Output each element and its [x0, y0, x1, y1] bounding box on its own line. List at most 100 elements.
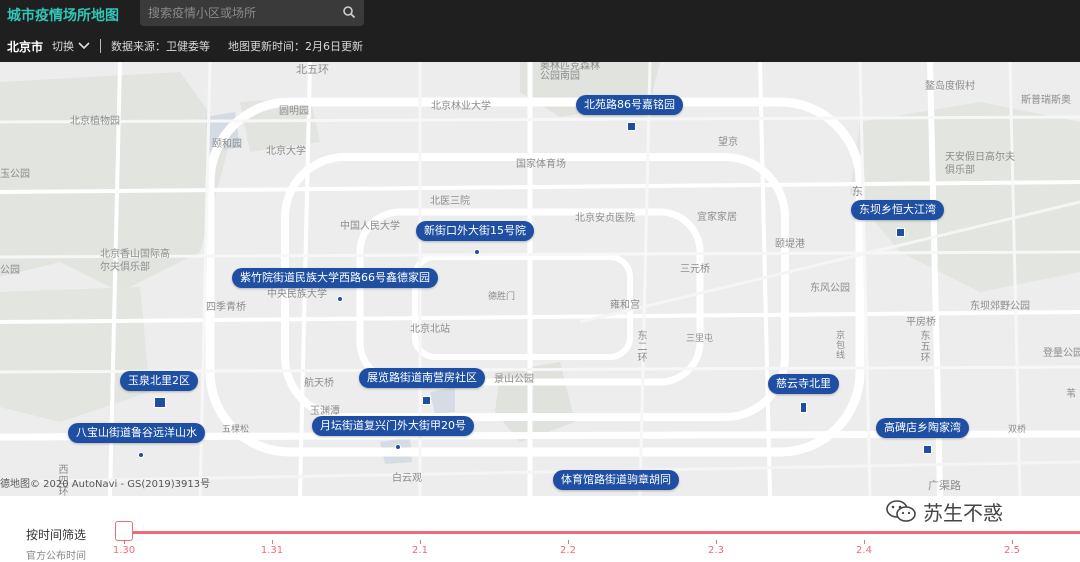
timeline-tick: [272, 540, 273, 544]
app-title: 城市疫情场所地图: [7, 8, 119, 24]
map-view[interactable]: 北五环 奥林匹克森林公园南园 北京植物园 圆明园 北京林业大学 颐和园 北京大学…: [0, 62, 1080, 496]
outbreak-location-pin[interactable]: 新街口外大街15号院: [416, 221, 534, 241]
chevron-down-icon: [78, 42, 90, 50]
outbreak-location-pin[interactable]: 体育馆路街道驹章胡同: [553, 470, 679, 490]
outbreak-location-pin[interactable]: 高碑店乡陶家湾: [876, 418, 969, 438]
divider: [100, 39, 102, 53]
place-label: 苇: [1066, 389, 1076, 400]
place-label: 北京安贞医院: [575, 213, 635, 224]
timeline-tick-label[interactable]: 1.30: [113, 545, 135, 556]
data-source: 数据来源：卫健委等: [111, 40, 211, 53]
place-label: 北医三院: [430, 196, 470, 207]
location-marker[interactable]: [138, 452, 144, 458]
wechat-icon: [886, 500, 916, 522]
outbreak-location-pin[interactable]: 北苑路86号嘉铭园: [576, 95, 683, 115]
place-label: 中国人民大学: [340, 221, 400, 232]
place-label: 公园: [0, 265, 20, 276]
place-label: 东: [852, 185, 863, 198]
outbreak-location-pin[interactable]: 展览路街道南营房社区: [359, 368, 485, 388]
location-marker[interactable]: [800, 402, 807, 413]
location-marker[interactable]: [627, 122, 636, 131]
place-label: 宜家家居: [697, 212, 737, 223]
place-label: 航天桥: [304, 378, 334, 389]
place-label: 景山公园: [494, 374, 534, 385]
place-label: 北京大学: [266, 146, 306, 157]
outbreak-location-pin[interactable]: 紫竹院街道民族大学西路66号鑫德家园: [232, 268, 438, 288]
place-label: 圆明园: [279, 106, 309, 117]
timeline-tick-label[interactable]: 2.5: [1004, 545, 1020, 556]
timeline-tick-label[interactable]: 2.3: [708, 545, 724, 556]
timeline-track[interactable]: [120, 531, 1080, 534]
place-label: 颐和园: [212, 139, 242, 150]
place-label: 天安假日高尔夫俱乐部: [945, 152, 1015, 176]
place-label: 玉公园: [0, 169, 30, 180]
place-label: 平房桥: [906, 317, 936, 328]
top-bar: 城市疫情场所地图 北京市 切换 数据来源：卫健委等 地图更新时间：2月6日更新: [0, 0, 1080, 62]
place-label: 东风公园: [810, 283, 850, 294]
city-name: 北京市: [7, 39, 44, 54]
sub-bar: 北京市 切换 数据来源：卫健委等 地图更新时间：2月6日更新: [0, 36, 363, 56]
time-filter-sublabel: 官方公布时间: [26, 551, 86, 562]
location-marker[interactable]: [923, 445, 932, 454]
place-label: 北京北站: [410, 324, 450, 335]
place-label: 双桥: [1008, 425, 1027, 435]
update-time: 地图更新时间：2月6日更新: [228, 40, 364, 53]
outbreak-location-pin[interactable]: 玉泉北里2区: [120, 371, 198, 391]
place-label: 东坝郊野公园: [970, 301, 1030, 312]
location-marker[interactable]: [154, 397, 166, 408]
outbreak-location-pin[interactable]: 月坛街道复兴门外大街甲20号: [312, 416, 474, 436]
timeline-slider-handle[interactable]: [115, 521, 133, 541]
timeline-tick: [124, 540, 125, 544]
place-label: 三元桥: [680, 264, 710, 275]
place-label: 德胜门: [488, 292, 516, 302]
place-label: 斯普瑞斯奥: [1021, 95, 1071, 106]
place-label: 北京林业大学: [431, 101, 491, 112]
outbreak-location-pin[interactable]: 东坝乡恒大江湾: [851, 200, 944, 220]
timeline-tick: [568, 540, 569, 544]
place-label: 登量公园: [1043, 348, 1080, 359]
location-marker[interactable]: [896, 228, 905, 237]
timeline-tick-label[interactable]: 2.2: [560, 545, 576, 556]
place-label: 东二环: [635, 330, 646, 363]
place-label: 中央民族大学: [267, 289, 327, 300]
place-label: 四季青桥: [206, 302, 246, 313]
timeline-tick-label[interactable]: 2.4: [856, 545, 872, 556]
timeline-tick-label[interactable]: 2.1: [412, 545, 428, 556]
location-marker[interactable]: [395, 444, 401, 450]
watermark: 苏生不惑: [885, 496, 1003, 526]
outbreak-location-pin[interactable]: 八宝山街道鲁谷远洋山水: [68, 423, 205, 443]
place-label: 颐堤港: [775, 239, 805, 250]
search-input[interactable]: [148, 4, 338, 22]
search-box[interactable]: [140, 0, 364, 26]
city-switch-label: 切换: [52, 40, 75, 53]
place-label: 北五环: [296, 63, 329, 76]
timeline-tick: [1012, 540, 1013, 544]
outbreak-location-pin[interactable]: 慈云寺北里: [768, 374, 839, 394]
place-label: 奥林匹克森林公园南园: [540, 62, 600, 82]
timeline-tick: [864, 540, 865, 544]
place-label: 广渠路: [928, 479, 961, 492]
watermark-text: 苏生不惑: [923, 500, 1003, 525]
search-icon[interactable]: [342, 5, 356, 19]
place-label: 东五环: [918, 330, 929, 363]
place-label: 望京: [718, 137, 738, 148]
map-copyright: 德地图© 2020 AutoNavi - GS(2019)3913号: [0, 479, 211, 490]
place-label: 京包线: [834, 330, 844, 360]
timeline-tick: [420, 540, 421, 544]
time-filter: 按时间筛选 官方公布时间 苏生不惑 1.30 1.31 2.1 2.2 2.3 2.4 2.…: [0, 496, 1080, 562]
time-filter-label: 按时间筛选: [26, 528, 87, 542]
location-marker[interactable]: [474, 249, 480, 255]
place-label: 国家体育场: [516, 159, 566, 170]
place-label: 北京香山国际高尔夫俱乐部: [100, 249, 170, 273]
place-label: 北京植物园: [70, 116, 120, 127]
place-label: 鳌岛度假村: [925, 81, 975, 92]
location-marker[interactable]: [337, 296, 343, 302]
place-label: 五棵松: [222, 425, 250, 435]
place-label: 三里屯: [686, 334, 714, 344]
location-marker[interactable]: [422, 396, 431, 405]
timeline-tick-label[interactable]: 1.31: [261, 545, 283, 556]
city-switch[interactable]: 切换: [52, 38, 90, 54]
place-label: 雍和宫: [610, 300, 640, 311]
place-label: 白云观: [392, 473, 422, 484]
timeline-tick: [716, 540, 717, 544]
